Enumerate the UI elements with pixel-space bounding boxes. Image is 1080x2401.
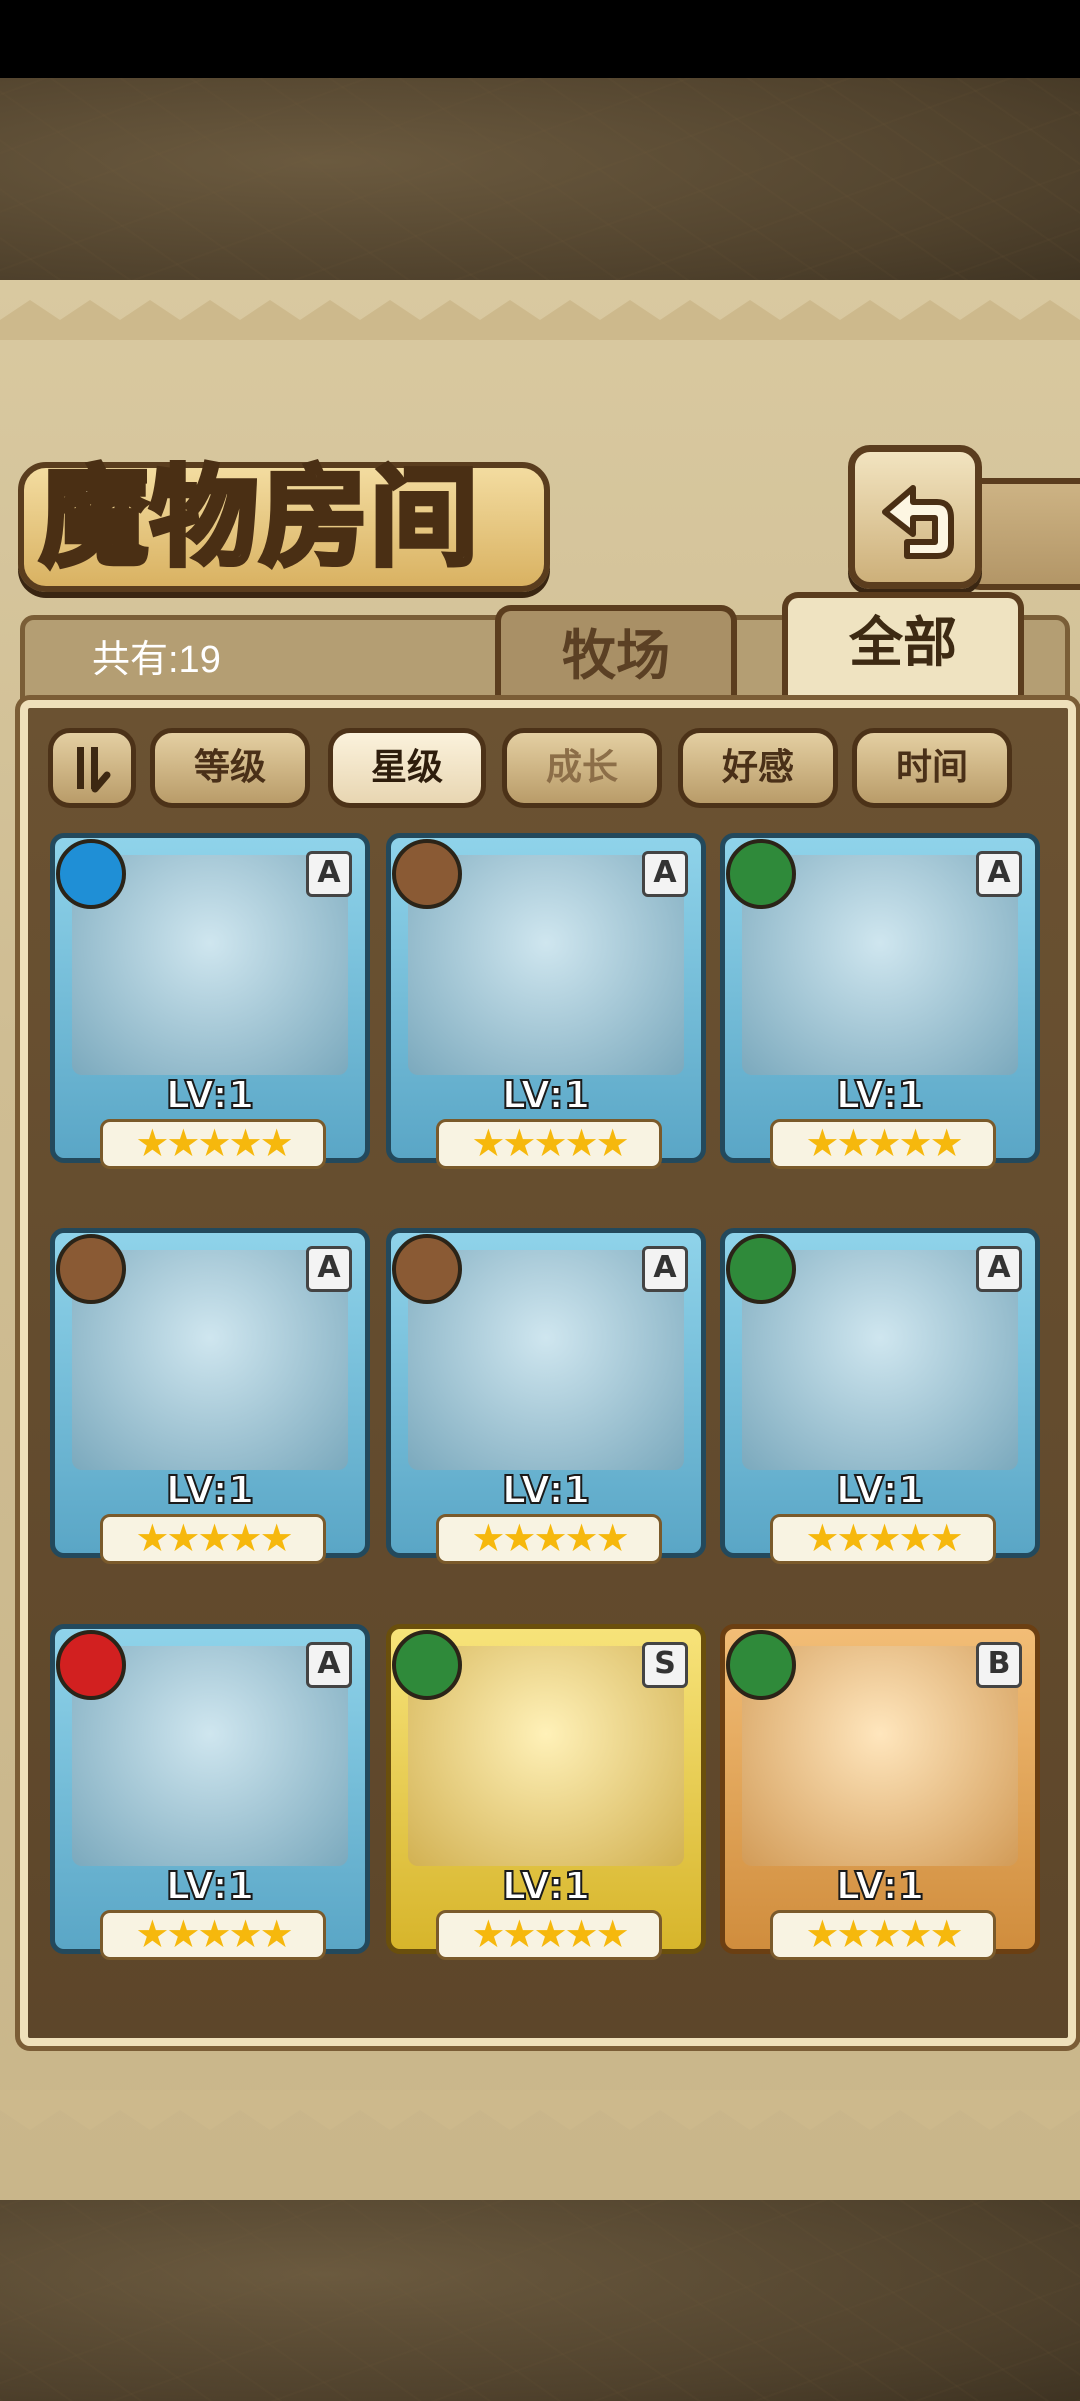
rank-badge: A [642, 851, 688, 897]
rank-badge: A [976, 851, 1022, 897]
map-background-bottom [0, 2190, 1080, 2401]
earth-element-icon [392, 839, 462, 909]
monster-card[interactable]: B LV:1 ★★★★★ [720, 1624, 1040, 1960]
star-rating: ★★★★★ [436, 1119, 662, 1169]
monster-card[interactable]: A LV:1 ★★★★★ [50, 833, 370, 1169]
level-label: LV:1 [835, 1467, 925, 1513]
level-label: LV:1 [501, 1072, 591, 1118]
leaf-element-icon [726, 839, 796, 909]
monster-card[interactable]: S LV:1 ★★★★★ [386, 1624, 706, 1960]
rank-badge: A [642, 1246, 688, 1292]
level-label: LV:1 [835, 1072, 925, 1118]
sort-order-toggle[interactable] [48, 728, 136, 808]
sort-by-affection-button[interactable]: 好感 [678, 728, 838, 808]
back-button[interactable] [848, 445, 982, 589]
zigzag-border-bottom [0, 2090, 1080, 2130]
return-arrow-icon [882, 485, 954, 559]
star-rating: ★★★★★ [770, 1119, 996, 1169]
zigzag-border-top [0, 300, 1080, 340]
fire-element-icon [56, 1630, 126, 1700]
page-title: 魔物房间 [38, 453, 481, 584]
earth-element-icon [392, 1234, 462, 1304]
star-rating: ★★★★★ [100, 1119, 326, 1169]
star-rating: ★★★★★ [436, 1910, 662, 1960]
sort-by-star-button[interactable]: 星级 [328, 728, 486, 808]
level-label: LV:1 [501, 1467, 591, 1513]
sort-order-icon [77, 747, 111, 793]
monster-card[interactable]: A LV:1 ★★★★★ [720, 833, 1040, 1169]
level-label: LV:1 [165, 1863, 255, 1909]
monster-card[interactable]: A LV:1 ★★★★★ [386, 833, 706, 1169]
sort-by-growth-button[interactable]: 成长 [502, 728, 662, 808]
level-label: LV:1 [835, 1863, 925, 1909]
tab-all[interactable]: 全部 [782, 592, 1024, 708]
tab-ranch[interactable]: 牧场 [495, 605, 737, 711]
rank-badge: B [976, 1642, 1022, 1688]
star-rating: ★★★★★ [100, 1910, 326, 1960]
rank-badge: A [306, 1246, 352, 1292]
level-label: LV:1 [501, 1863, 591, 1909]
level-label: LV:1 [165, 1467, 255, 1513]
star-rating: ★★★★★ [770, 1910, 996, 1960]
rank-badge: A [976, 1246, 1022, 1292]
leaf-element-icon [726, 1234, 796, 1304]
rank-badge: A [306, 1642, 352, 1688]
rank-badge: S [642, 1642, 688, 1688]
level-label: LV:1 [165, 1072, 255, 1118]
map-background-top [0, 78, 1080, 288]
star-rating: ★★★★★ [436, 1514, 662, 1564]
rank-badge: A [306, 851, 352, 897]
sort-by-time-button[interactable]: 时间 [852, 728, 1012, 808]
leaf-element-icon [392, 1630, 462, 1700]
earth-element-icon [56, 1234, 126, 1304]
monster-card[interactable]: A LV:1 ★★★★★ [50, 1228, 370, 1564]
star-rating: ★★★★★ [770, 1514, 996, 1564]
sort-by-level-button[interactable]: 等级 [150, 728, 310, 808]
water-element-icon [56, 839, 126, 909]
monster-card[interactable]: A LV:1 ★★★★★ [386, 1228, 706, 1564]
monster-count: 共有:19 [92, 639, 221, 681]
monster-card[interactable]: A LV:1 ★★★★★ [50, 1624, 370, 1960]
monster-card[interactable]: A LV:1 ★★★★★ [720, 1228, 1040, 1564]
leaf-element-icon [726, 1630, 796, 1700]
star-rating: ★★★★★ [100, 1514, 326, 1564]
